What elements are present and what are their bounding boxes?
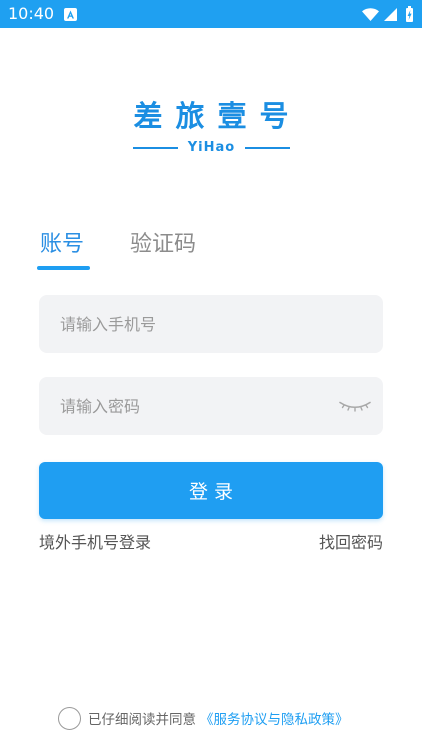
agreement-checkbox[interactable] xyxy=(58,706,81,730)
signal-icon xyxy=(384,8,397,21)
forgot-password-link[interactable]: 找回密码 xyxy=(319,533,383,553)
agreement-text: 已仔细阅读并同意 xyxy=(88,712,196,728)
active-tab-indicator xyxy=(37,266,90,270)
tab-verification-code-login[interactable]: 验证码 xyxy=(130,231,196,259)
app-logo-subtitle: YiHao xyxy=(187,140,236,155)
status-time: 10:40 xyxy=(8,4,55,23)
tab-account-login[interactable]: 账号 xyxy=(40,231,84,259)
phone-input[interactable] xyxy=(39,295,383,353)
app-logo-subtitle-row: YiHao xyxy=(133,140,290,156)
agreement-row: 已仔细阅读并同意 《服务协议与隐私政策》 xyxy=(58,706,349,730)
app-logo-title: 差旅壹号 xyxy=(133,99,302,133)
logo-divider-right xyxy=(244,147,290,149)
battery-icon xyxy=(405,6,414,22)
phone-field[interactable] xyxy=(39,295,383,353)
password-input[interactable] xyxy=(39,377,383,435)
status-bar: 10:40 xyxy=(0,0,422,28)
agreement-policy-link[interactable]: 《服务协议与隐私政策》 xyxy=(200,708,349,728)
a-letter-icon xyxy=(64,8,77,21)
login-button[interactable]: 登 录 xyxy=(39,462,383,519)
password-field[interactable] xyxy=(39,377,383,435)
logo-divider-left xyxy=(133,147,178,149)
eye-closed-icon[interactable] xyxy=(338,400,372,413)
wifi-icon xyxy=(362,8,379,21)
overseas-phone-login-link[interactable]: 境外手机号登录 xyxy=(39,533,151,553)
